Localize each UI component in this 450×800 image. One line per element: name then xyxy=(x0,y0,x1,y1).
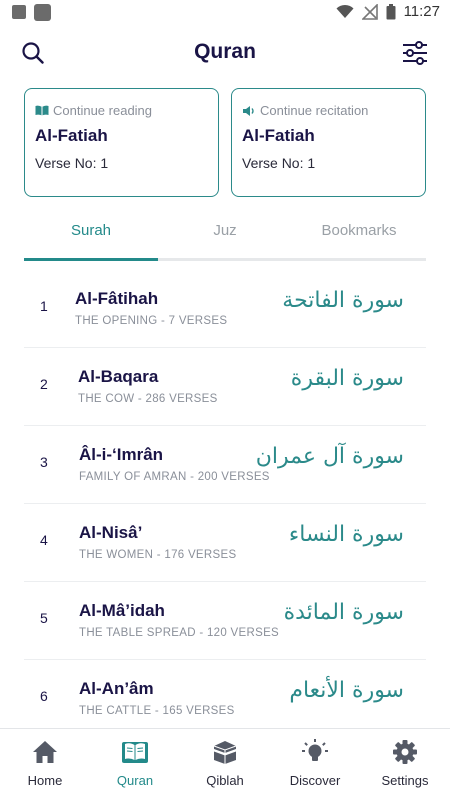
surah-name: Al-Nisâ’ xyxy=(79,523,143,542)
continue-recitation-surah: Al-Fatiah xyxy=(242,126,315,145)
surah-name: Al-Mâ’idah xyxy=(79,601,165,620)
surah-number: 6 xyxy=(40,688,48,704)
surah-row[interactable]: 5 Al-Mâ’idah THE TABLE SPREAD - 120 VERS… xyxy=(24,582,426,660)
continue-reading-label: Continue reading xyxy=(53,103,153,118)
surah-arabic-name: سورة النساء xyxy=(288,522,404,547)
gear-icon xyxy=(393,740,417,764)
continue-reading-card[interactable]: Continue reading Al-Fatiah Verse No: 1 xyxy=(24,88,219,197)
surah-name: Al-Baqara xyxy=(78,367,159,386)
nav-settings-label: Settings xyxy=(381,773,429,788)
surah-name: Al-Fâtihah xyxy=(75,289,159,308)
surah-name: Al-An’âm xyxy=(79,679,154,698)
surah-row[interactable]: 1 Al-Fâtihah THE OPENING - 7 VERSES سورة… xyxy=(24,270,426,348)
page-title: Quran xyxy=(194,40,256,63)
surah-subtitle: THE CATTLE - 165 VERSES xyxy=(79,705,235,717)
nav-quran-label: Quran xyxy=(116,773,154,788)
app-header: Quran xyxy=(0,30,450,76)
sliders-icon xyxy=(403,41,427,65)
surah-arabic-name: سورة الفاتحة xyxy=(282,288,404,313)
surah-arabic-name: سورة الأنعام xyxy=(289,678,404,703)
status-time: 11:27 xyxy=(403,3,440,20)
surah-row[interactable]: 4 Al-Nisâ’ THE WOMEN - 176 VERSES سورة ا… xyxy=(24,504,426,582)
continue-reading-verse: Verse No: 1 xyxy=(35,155,109,171)
surah-row[interactable]: 3 Âl-i-‘Imrân FAMILY OF AMRAN - 200 VERS… xyxy=(24,426,426,504)
nav-discover-label: Discover xyxy=(289,773,341,788)
kaaba-icon xyxy=(213,741,237,764)
notification-icon xyxy=(34,4,51,21)
filter-button[interactable] xyxy=(400,38,430,68)
surah-row[interactable]: 6 Al-An’âm THE CATTLE - 165 VERSES سورة … xyxy=(24,660,426,728)
nav-quran[interactable]: Quran xyxy=(90,737,180,788)
status-bar: 11:27 xyxy=(0,0,450,26)
surah-subtitle: THE WOMEN - 176 VERSES xyxy=(79,549,237,561)
wifi-icon xyxy=(336,4,354,18)
continue-recitation-label: Continue recitation xyxy=(260,103,369,118)
surah-number: 5 xyxy=(40,610,48,626)
nav-discover[interactable]: Discover xyxy=(270,737,360,788)
tab-surah[interactable]: Surah xyxy=(24,222,158,239)
book-icon xyxy=(122,742,148,763)
tab-bookmarks[interactable]: Bookmarks xyxy=(292,222,426,239)
notification-icon xyxy=(12,5,26,19)
surah-number: 4 xyxy=(40,532,48,548)
continue-reading-surah: Al-Fatiah xyxy=(35,126,108,145)
home-icon xyxy=(33,741,57,763)
surah-subtitle: THE TABLE SPREAD - 120 VERSES xyxy=(79,627,280,639)
nav-qiblah[interactable]: Qiblah xyxy=(180,737,270,788)
surah-number: 2 xyxy=(40,376,48,392)
open-book-icon xyxy=(35,105,49,116)
tab-indicator xyxy=(24,258,158,261)
continue-recitation-card[interactable]: Continue recitation Al-Fatiah Verse No: … xyxy=(231,88,426,197)
nav-home[interactable]: Home xyxy=(0,737,90,788)
surah-name: Âl-i-‘Imrân xyxy=(79,445,164,464)
no-signal-icon xyxy=(361,3,378,20)
nav-home-label: Home xyxy=(27,773,63,788)
surah-subtitle: THE OPENING - 7 VERSES xyxy=(75,315,228,327)
nav-settings[interactable]: Settings xyxy=(360,737,450,788)
surah-number: 3 xyxy=(40,454,48,470)
surah-arabic-name: سورة آل عمران xyxy=(255,444,404,469)
tab-juz[interactable]: Juz xyxy=(158,222,292,239)
surah-arabic-name: سورة البقرة xyxy=(290,366,404,391)
surah-subtitle: THE COW - 286 VERSES xyxy=(78,393,218,405)
surah-row[interactable]: 2 Al-Baqara THE COW - 286 VERSES سورة ال… xyxy=(24,348,426,426)
surah-number: 1 xyxy=(40,298,48,314)
bottom-nav: Home Quran Qiblah Discover Settings xyxy=(0,728,450,800)
tab-bar: Surah Juz Bookmarks xyxy=(24,216,426,261)
continue-recitation-verse: Verse No: 1 xyxy=(242,155,316,171)
surah-subtitle: FAMILY OF AMRAN - 200 VERSES xyxy=(79,471,270,483)
battery-icon xyxy=(386,3,396,19)
lightbulb-icon xyxy=(302,739,328,761)
surah-list: 1 Al-Fâtihah THE OPENING - 7 VERSES سورة… xyxy=(24,270,426,728)
surah-arabic-name: سورة المائدة xyxy=(283,600,404,625)
speaker-icon xyxy=(243,105,254,116)
nav-qiblah-label: Qiblah xyxy=(206,773,244,788)
